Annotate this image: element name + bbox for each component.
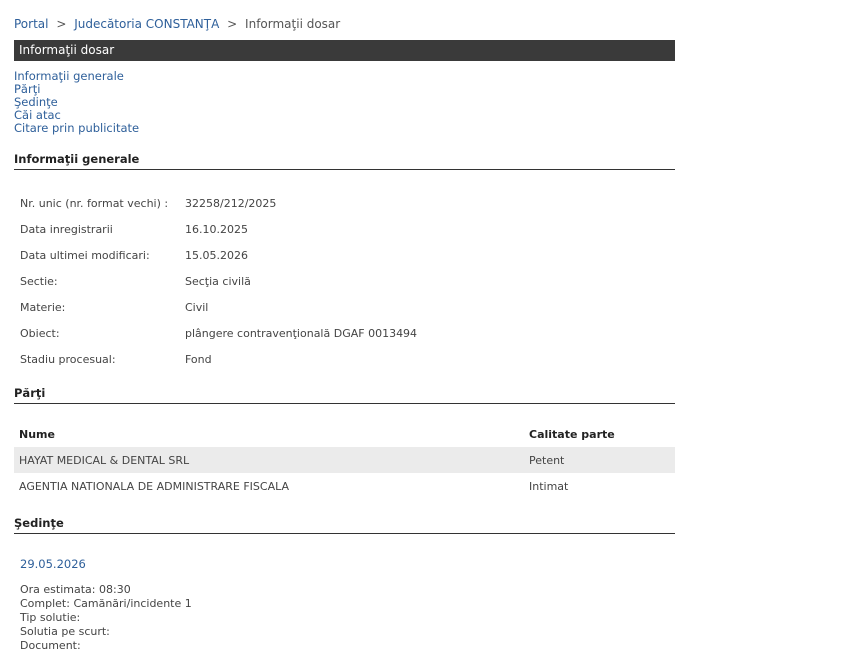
- hearing-panel: Complet: Camănări/incidente 1: [20, 597, 192, 610]
- info-value: plângere contravenţională DGAF 0013494: [185, 326, 418, 340]
- info-row: Data ultimei modificari: 15.05.2026: [20, 242, 417, 268]
- hearing-solution-type: Tip solutie:: [20, 611, 81, 624]
- info-label: Sectie:: [20, 274, 58, 288]
- parties-heading: Părţi: [14, 386, 675, 404]
- hearing-date: 29.05.2026: [20, 557, 86, 571]
- hearing-solution-summary: Solutia pe scurt:: [20, 625, 110, 638]
- info-label: Stadiu procesual:: [20, 352, 116, 366]
- hearing-time: Ora estimata: 08:30: [20, 583, 131, 596]
- breadcrumb-current: Informaţii dosar: [245, 17, 341, 31]
- info-label: Data ultimei modificari:: [20, 248, 150, 262]
- general-info-table: Nr. unic (nr. format vechi) : 32258/212/…: [20, 190, 417, 372]
- table-row: AGENTIA NATIONALA DE ADMINISTRARE FISCAL…: [14, 473, 675, 499]
- table-row: HAYAT MEDICAL & DENTAL SRL Petent: [14, 447, 675, 473]
- info-row: Data inregistrarii 16.10.2025: [20, 216, 417, 242]
- hearings-heading: Şedinţe: [14, 516, 675, 534]
- info-value: 16.10.2025: [185, 222, 248, 236]
- table-header-row: Nume Calitate parte: [14, 421, 675, 447]
- breadcrumb: Portal > Judecătoria CONSTANŢA > Informa…: [14, 17, 340, 31]
- info-row: Nr. unic (nr. format vechi) : 32258/212/…: [20, 190, 417, 216]
- info-label: Materie:: [20, 300, 66, 314]
- party-name: HAYAT MEDICAL & DENTAL SRL: [19, 453, 190, 467]
- info-label: Obiect:: [20, 326, 60, 340]
- hearing-document: Document:: [20, 639, 81, 652]
- party-role: Intimat: [529, 479, 569, 493]
- info-row: Sectie: Secţia civilă: [20, 268, 417, 294]
- info-value: Civil: [185, 300, 209, 314]
- info-label: Nr. unic (nr. format vechi) :: [20, 196, 169, 210]
- party-name: AGENTIA NATIONALA DE ADMINISTRARE FISCAL…: [19, 479, 289, 493]
- section-nav: Informaţii generale Părţi Şedinţe Căi at…: [14, 70, 139, 135]
- info-row: Materie: Civil: [20, 294, 417, 320]
- hearing-details: Ora estimata: 08:30 Complet: Camănări/in…: [20, 583, 192, 653]
- column-header-name: Nume: [19, 427, 55, 441]
- info-row: Obiect: plângere contravenţională DGAF 0…: [20, 320, 417, 346]
- page-title: Informaţii dosar: [14, 40, 675, 61]
- info-value: 15.05.2026: [185, 248, 248, 262]
- info-row: Stadiu procesual: Fond: [20, 346, 417, 372]
- hearing-entry: 29.05.2026 Ora estimata: 08:30 Complet: …: [20, 557, 192, 653]
- breadcrumb-court-link[interactable]: Judecătoria CONSTANŢA: [74, 17, 219, 31]
- breadcrumb-separator: >: [56, 17, 67, 31]
- parties-table: Nume Calitate parte HAYAT MEDICAL & DENT…: [14, 421, 675, 499]
- info-value: Fond: [185, 352, 212, 366]
- breadcrumb-portal-link[interactable]: Portal: [14, 17, 48, 31]
- general-info-heading: Informaţii generale: [14, 152, 675, 170]
- party-role: Petent: [529, 453, 565, 467]
- breadcrumb-separator: >: [227, 17, 238, 31]
- info-value: Secţia civilă: [185, 274, 251, 288]
- info-label: Data inregistrarii: [20, 222, 113, 236]
- info-value: 32258/212/2025: [185, 196, 277, 210]
- column-header-role: Calitate parte: [529, 427, 615, 441]
- nav-link-public-summons[interactable]: Citare prin publicitate: [14, 122, 139, 135]
